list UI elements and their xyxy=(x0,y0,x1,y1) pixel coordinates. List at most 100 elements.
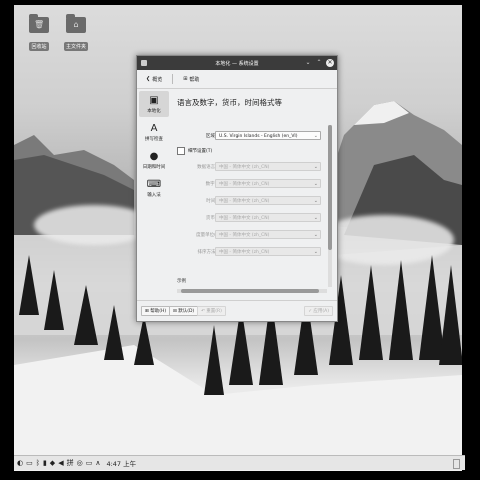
scrollbar-thumb[interactable] xyxy=(328,125,332,250)
setting-select[interactable]: 中国 - 简体中文 (zh_CN) ⌄ xyxy=(215,196,321,205)
show-desktop-button[interactable] xyxy=(453,459,460,469)
battery-icon[interactable]: ▭ xyxy=(86,459,93,467)
setting-select[interactable]: 中国 - 简体中文 (zh_CN) ⌄ xyxy=(215,247,321,256)
window-titlebar[interactable]: 本地化 — 系统设置 ⌄ ⌃ ✕ xyxy=(137,56,337,70)
toolbar: ❮ 概览 ⊞ 帮助 xyxy=(137,70,337,89)
desktop-icon-trash[interactable]: 🗑 回收站 xyxy=(21,14,57,52)
close-button[interactable]: ✕ xyxy=(326,59,334,67)
tree xyxy=(44,270,64,330)
region-select[interactable]: U.S. Virgin Islands - English (en_VI) ⌄ xyxy=(215,131,321,140)
clipboard-icon[interactable]: ▮ xyxy=(43,459,47,467)
desktop-icon-label: 主文件夹 xyxy=(63,42,88,51)
setting-row: 排序方法(L): 中国 - 简体中文 (zh_CN) ⌄ xyxy=(177,247,327,257)
flag-icon: ▣ xyxy=(149,94,159,106)
expand-tray-icon[interactable]: ∧ xyxy=(95,459,100,467)
chevron-down-icon: ⌄ xyxy=(313,181,318,187)
keyboard-icon[interactable]: 拼 xyxy=(67,458,74,468)
sidebar-item-label: 拼写检查 xyxy=(145,137,163,142)
app-launcher-icon[interactable]: ◐ xyxy=(17,459,23,467)
tree xyxy=(104,305,124,360)
scrollbar-thumb[interactable] xyxy=(181,289,319,293)
overview-label: 概览 xyxy=(152,76,163,83)
setting-row: 度量单位(M): 中国 - 简体中文 (zh_CN) ⌄ xyxy=(177,230,327,240)
region-row: 区域(R): U.S. Virgin Islands - English (en… xyxy=(177,131,327,141)
setting-value: 中国 - 简体中文 (zh_CN) xyxy=(219,182,270,187)
home-folder-icon: ⌂ xyxy=(66,14,86,33)
sidebar: ▣ 本地化 A 拼写检查 ● 日期和时间 ⌨ 输入法 xyxy=(137,89,171,289)
tree xyxy=(439,265,462,365)
setting-value: 中国 - 简体中文 (zh_CN) xyxy=(219,216,270,221)
settings-window: 本地化 — 系统设置 ⌄ ⌃ ✕ ❮ 概览 ⊞ 帮助 ▣ 本地化 A 拼写检查 … xyxy=(136,55,338,322)
detail-settings-row: 细节设置(T) xyxy=(177,147,327,157)
sidebar-item-spellcheck[interactable]: A 拼写检查 xyxy=(139,119,169,145)
tree xyxy=(359,265,383,360)
back-arrow-icon: ❮ xyxy=(146,76,151,82)
chevron-down-icon: ⌄ xyxy=(313,232,318,238)
setting-value: 中国 - 简体中文 (zh_CN) xyxy=(219,165,270,170)
help-label: 帮助 xyxy=(189,76,200,83)
taskbar: ◐ ▭ ᛒ ▮ ◆ ◀ 拼 ◎ ▭ ∧ 4:47 上午 xyxy=(14,455,465,470)
notifications-icon[interactable]: ◆ xyxy=(50,459,55,467)
chevron-down-icon: ⌄ xyxy=(313,215,318,221)
defaults-button-label: 默认(D) xyxy=(178,309,195,314)
tree xyxy=(204,325,224,395)
setting-select[interactable]: 中国 - 简体中文 (zh_CN) ⌄ xyxy=(215,213,321,222)
detail-settings-label: 细节设置(T) xyxy=(188,149,213,154)
file-manager-icon[interactable]: ▭ xyxy=(26,459,33,467)
setting-row: 数字(N): 中国 - 简体中文 (zh_CN)⌄ xyxy=(177,179,327,189)
setting-value: 中国 - 简体中文 (zh_CN) xyxy=(219,250,270,255)
tree xyxy=(74,285,98,345)
input-method-icon: ⌨ xyxy=(146,178,162,190)
example-label: 示例 xyxy=(177,279,186,284)
clock-icon: ● xyxy=(149,150,159,162)
setting-select[interactable]: 中国 - 简体中文 (zh_CN) ⌄ xyxy=(215,230,321,239)
bluetooth-icon[interactable]: ᛒ xyxy=(36,459,40,467)
checkbox-box xyxy=(177,147,185,155)
setting-row: 货币(C): 中国 - 简体中文 (zh_CN)⌄ xyxy=(177,213,327,223)
defaults-button[interactable]: ⊟ 默认(D) xyxy=(169,306,199,316)
maximize-button[interactable]: ⌃ xyxy=(315,59,323,67)
sidebar-item-label: 输入法 xyxy=(147,193,161,198)
chevron-down-icon: ⌄ xyxy=(313,249,318,255)
chevron-down-icon: ⌄ xyxy=(313,164,318,170)
detail-settings-checkbox[interactable]: 细节设置(T) xyxy=(177,147,212,155)
reset-button[interactable]: ↶ 重置(R) xyxy=(197,306,226,316)
network-icon[interactable]: ◎ xyxy=(77,459,83,467)
sidebar-item-input-method[interactable]: ⌨ 输入法 xyxy=(139,175,169,201)
setting-value: 中国 - 简体中文 (zh_CN) xyxy=(219,199,270,204)
chevron-down-icon: ⌄ xyxy=(313,198,318,204)
button-bar: ⊞ 帮助(H) ⊟ 默认(D) ↶ 重置(R) ✓ 应用(A) xyxy=(137,300,337,321)
horizontal-scrollbar[interactable] xyxy=(177,289,327,293)
help-menu-button[interactable]: ⊞ 帮助 xyxy=(180,74,202,85)
overview-button[interactable]: ❮ 概览 xyxy=(143,74,165,85)
vertical-scrollbar[interactable] xyxy=(328,125,332,287)
tree xyxy=(134,315,154,365)
trash-folder-icon: 🗑 xyxy=(29,14,49,33)
page-title: 语言及数字，货币，时间格式等 xyxy=(177,98,282,107)
toolbar-separator xyxy=(172,74,174,84)
setting-value: 中国 - 简体中文 (zh_CN) xyxy=(219,233,270,238)
chevron-down-icon: ⌄ xyxy=(313,133,318,139)
setting-select[interactable]: 中国 - 简体中文 (zh_CN) ⌄ xyxy=(215,162,321,171)
reset-button-label: 重置(R) xyxy=(206,309,222,314)
minimize-button[interactable]: ⌄ xyxy=(304,59,312,67)
apply-button-label: 应用(A) xyxy=(313,309,329,314)
desktop-icon-home[interactable]: ⌂ 主文件夹 xyxy=(58,14,94,52)
setting-row: 时间(T): 中国 - 简体中文 (zh_CN)⌄ xyxy=(177,196,327,206)
sidebar-item-label: 本地化 xyxy=(147,109,161,114)
setting-select[interactable]: 中国 - 简体中文 (zh_CN) ⌄ xyxy=(215,179,321,188)
tree xyxy=(19,255,39,315)
help-button[interactable]: ⊞ 帮助(H) xyxy=(141,306,171,316)
volume-icon[interactable]: ◀ xyxy=(58,459,63,467)
setting-row: 数据语言(E): 中国 - 简体中文 (zh_CN) ⌄ xyxy=(177,162,327,172)
desktop-icon-label: 回收站 xyxy=(29,42,49,51)
sidebar-item-datetime[interactable]: ● 日期和时间 xyxy=(139,147,169,173)
sidebar-item-localization[interactable]: ▣ 本地化 xyxy=(139,91,169,117)
tree xyxy=(389,260,413,360)
region-value: U.S. Virgin Islands - English (en_VI) xyxy=(219,134,298,139)
apply-button[interactable]: ✓ 应用(A) xyxy=(304,306,333,316)
grid-icon: ⊞ xyxy=(183,76,188,82)
spellcheck-icon: A xyxy=(150,122,158,134)
content-area: 语言及数字，货币，时间格式等 区域(R): U.S. Virgin Island… xyxy=(177,89,333,294)
clock[interactable]: 4:47 上午 xyxy=(106,458,136,468)
